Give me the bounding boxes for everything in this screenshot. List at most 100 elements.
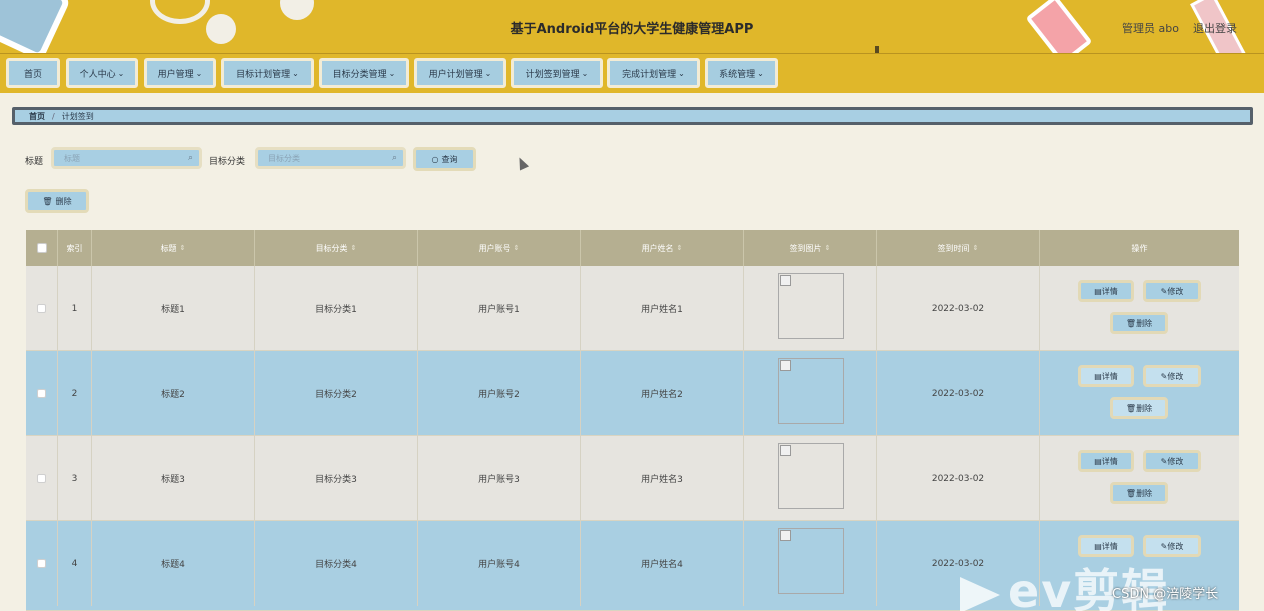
trash-icon: 🗑: [1125, 488, 1137, 498]
title-search-input[interactable]: 标题 ⌕: [51, 147, 202, 169]
detail-button[interactable]: ▤ 详情: [1078, 280, 1134, 302]
breadcrumb-current: 计划签到: [61, 111, 94, 121]
edit-icon: ✎: [1160, 456, 1168, 466]
row-category: 目标分类2: [255, 351, 418, 436]
nav-item-user-management[interactable]: 用户管理 ⌄: [144, 58, 216, 88]
header-account[interactable]: 用户账号 ⇕: [418, 230, 581, 266]
sort-icon[interactable]: ⇕: [677, 244, 683, 252]
delete-button[interactable]: 🗑 删除: [1110, 397, 1168, 419]
edit-icon: ✎: [1160, 286, 1168, 296]
sort-icon[interactable]: ⇕: [825, 244, 831, 252]
nav-item-system-management[interactable]: 系统管理 ⌄: [705, 58, 778, 88]
checkin-image-broken-icon: [778, 273, 844, 339]
edit-button-label: 修改: [1167, 541, 1184, 551]
edit-icon: ✎: [1160, 541, 1168, 551]
row-name: 用户姓名3: [581, 436, 744, 521]
header-category-label: 目标分类: [315, 243, 348, 253]
edit-button[interactable]: ✎ 修改: [1143, 450, 1201, 472]
row-checkbox[interactable]: [37, 559, 46, 568]
edit-button[interactable]: ✎ 修改: [1143, 280, 1201, 302]
nav-item-personal-center[interactable]: 个人中心 ⌄: [66, 58, 138, 88]
row-title: 标题4: [92, 521, 255, 606]
detail-button[interactable]: ▤ 详情: [1078, 535, 1134, 557]
detail-button[interactable]: ▤ 详情: [1078, 365, 1134, 387]
row-time: 2022-03-02: [877, 266, 1040, 351]
row-name: 用户姓名2: [581, 351, 744, 436]
earphone-bud-decoration-icon: [280, 0, 314, 20]
sort-icon[interactable]: ⇕: [514, 244, 520, 252]
chevron-down-icon: ⌄: [757, 68, 764, 78]
header-select-all[interactable]: [26, 230, 58, 266]
sort-icon[interactable]: ⇕: [973, 244, 979, 252]
play-arrow-icon: [960, 576, 1000, 611]
header-image[interactable]: 签到图片 ⇕: [744, 230, 877, 266]
admin-label: 管理员 abo: [1122, 22, 1179, 35]
row-account: 用户账号3: [418, 436, 581, 521]
row-category: 目标分类1: [255, 266, 418, 351]
sort-icon[interactable]: ⇕: [351, 244, 357, 252]
nav-item-label: 目标分类管理: [332, 69, 387, 80]
document-icon: ▤: [1094, 541, 1102, 551]
row-category: 目标分类3: [255, 436, 418, 521]
row-name: 用户姓名4: [581, 521, 744, 606]
nav-item-goal-category-management[interactable]: 目标分类管理 ⌄: [319, 58, 409, 88]
trash-icon: 🗑: [1125, 318, 1137, 328]
row-account: 用户账号1: [418, 266, 581, 351]
nav-item-goal-plan-management[interactable]: 目标计划管理 ⌄: [221, 58, 314, 88]
row-index: 4: [58, 521, 92, 606]
header-name[interactable]: 用户姓名 ⇕: [581, 230, 744, 266]
header-time[interactable]: 签到时间 ⇕: [877, 230, 1040, 266]
header-title[interactable]: 标题 ⇕: [92, 230, 255, 266]
row-select-cell[interactable]: [26, 351, 58, 436]
search-icon: ⌕: [391, 153, 397, 163]
header-ops-label: 操作: [1131, 243, 1148, 253]
nav-item-user-plan-management[interactable]: 用户计划管理 ⌄: [414, 58, 506, 88]
header-category[interactable]: 目标分类 ⇕: [255, 230, 418, 266]
detail-button[interactable]: ▤ 详情: [1078, 450, 1134, 472]
chevron-down-icon: ⌄: [388, 68, 396, 78]
app-title: 基于Android平台的大学生健康管理APP: [510, 22, 754, 37]
row-title: 标题3: [92, 436, 255, 521]
nav-item-label: 用户计划管理: [428, 69, 483, 80]
category-search-input[interactable]: 目标分类 ⌕: [255, 147, 406, 169]
nav-item-label: 目标计划管理: [236, 69, 291, 80]
sort-icon[interactable]: ⇕: [180, 244, 186, 252]
nav-item-completed-plan-management[interactable]: 完成计划管理 ⌄: [607, 58, 700, 88]
checkin-image-broken-icon: [778, 358, 844, 424]
delete-button-label: 删除: [1136, 318, 1153, 328]
row-index: 3: [58, 436, 92, 521]
mouse-cursor-icon: [514, 155, 530, 171]
nav-item-plan-checkin-management[interactable]: 计划签到管理 ⌄: [511, 58, 603, 88]
chevron-down-icon: ⌄: [292, 68, 299, 78]
bulk-delete-button[interactable]: 🗑 删除: [25, 189, 89, 213]
csdn-credit: CSDN @涪陵学长: [1112, 587, 1219, 602]
category-search-placeholder: 目标分类: [268, 153, 300, 163]
chevron-down-icon: ⌄: [581, 68, 589, 78]
row-select-cell[interactable]: [26, 436, 58, 521]
top-nav: 首页 个人中心 ⌄ 用户管理 ⌄ 目标计划管理 ⌄ 目标分类管理 ⌄ 用户计划管理 ⌄ 计…: [0, 54, 1264, 93]
row-checkbox[interactable]: [37, 474, 46, 483]
row-select-cell[interactable]: [26, 266, 58, 351]
category-filter-label: 目标分类: [209, 157, 246, 167]
row-checkbox[interactable]: [37, 389, 46, 398]
checkin-image-broken-icon: [778, 443, 844, 509]
delete-button[interactable]: 🗑 删除: [1110, 482, 1168, 504]
delete-button[interactable]: 🗑 删除: [1110, 312, 1168, 334]
nav-item-label: 个人中心: [79, 69, 116, 80]
table-row: 3 标题3 目标分类3 用户账号3 用户姓名3 2022-03-02 ▤ 详情 …: [26, 436, 1239, 521]
row-select-cell[interactable]: [26, 521, 58, 606]
select-all-checkbox[interactable]: [36, 243, 47, 253]
row-checkbox[interactable]: [37, 304, 46, 313]
edit-button-label: 修改: [1167, 456, 1184, 466]
document-icon: ▤: [1094, 371, 1102, 381]
nav-item-label: 计划签到管理: [525, 69, 580, 80]
nav-item-home[interactable]: 首页: [6, 58, 60, 88]
breadcrumb: 首页 / 计划签到: [12, 107, 1253, 125]
edit-button[interactable]: ✎ 修改: [1143, 365, 1201, 387]
edit-button[interactable]: ✎ 修改: [1143, 535, 1201, 557]
breadcrumb-home-link[interactable]: 首页: [29, 111, 45, 122]
detail-button-label: 详情: [1101, 371, 1118, 381]
logout-link[interactable]: 退出登录: [1193, 20, 1237, 36]
query-button[interactable]: ○ 查询: [413, 147, 476, 171]
row-time: 2022-03-02: [877, 436, 1040, 521]
